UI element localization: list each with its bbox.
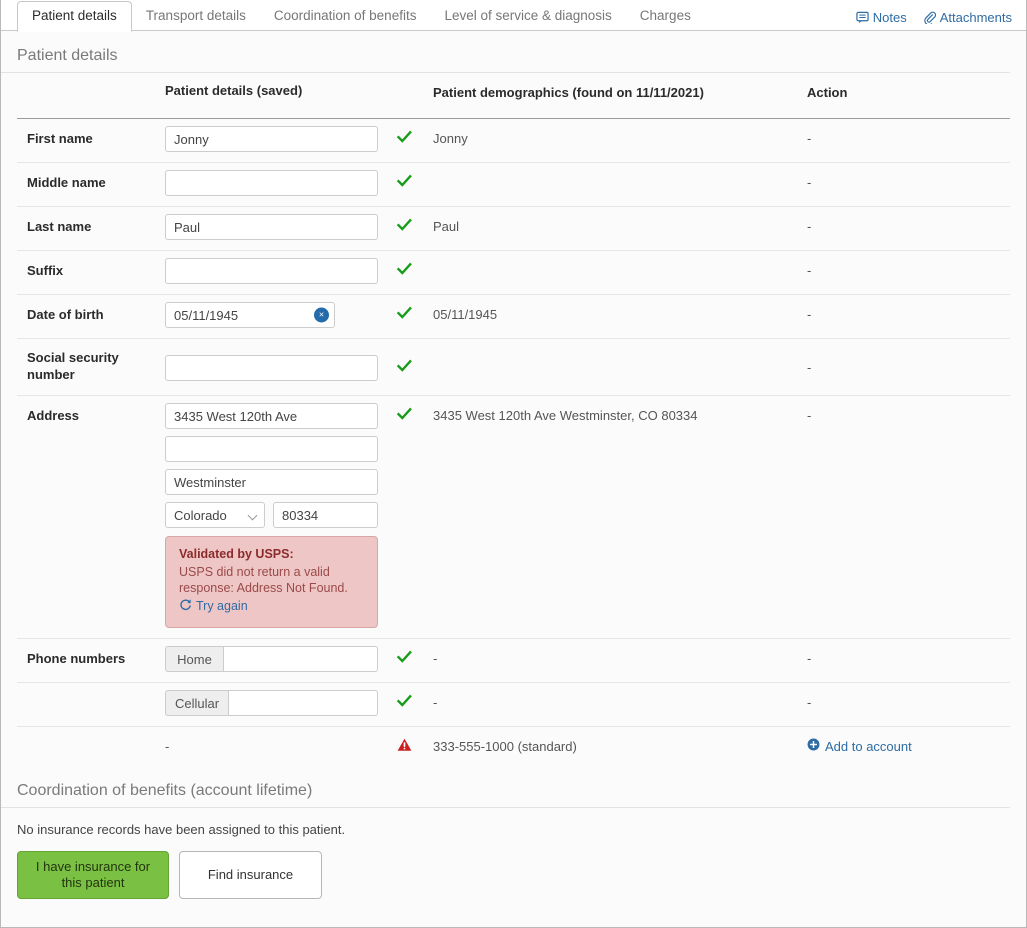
find-insurance-button[interactable]: Find insurance bbox=[179, 851, 322, 899]
clear-date-of-birth-button[interactable]: × bbox=[314, 307, 329, 323]
row-label-date-of-birth: Date of birth bbox=[27, 307, 104, 322]
row-label-address: Address bbox=[27, 408, 80, 423]
i-have-insurance-button[interactable]: I have insurance for this patient bbox=[17, 851, 169, 899]
table-row-first-name: First name Jonny - bbox=[17, 119, 1010, 163]
row-label-middle-name: Middle name bbox=[27, 175, 106, 190]
table-row-social-security-number: Social security number - bbox=[17, 339, 1010, 396]
action-phone-home: - bbox=[807, 651, 812, 666]
refresh-icon bbox=[179, 598, 192, 614]
last-name-input[interactable] bbox=[165, 214, 378, 240]
warning-icon bbox=[397, 738, 433, 752]
table-row-last-name: Last name Paul - bbox=[17, 207, 1010, 251]
column-header-saved: Patient details (saved) bbox=[165, 83, 303, 98]
tab-patient-details[interactable]: Patient details bbox=[17, 1, 132, 32]
date-of-birth-input[interactable] bbox=[165, 302, 335, 328]
demographics-first-name: Jonny bbox=[433, 131, 468, 146]
column-header-demographics: Patient demographics (found on 11/11/202… bbox=[433, 85, 704, 100]
add-to-account-button[interactable]: Add to account bbox=[807, 738, 912, 754]
tab-transport-details[interactable]: Transport details bbox=[132, 2, 260, 31]
phone-home-type-label: Home bbox=[165, 646, 223, 672]
address-line1-input[interactable] bbox=[165, 403, 378, 429]
row-label-last-name: Last name bbox=[27, 219, 92, 234]
table-row-phone-home: Phone numbers Home - - bbox=[17, 639, 1010, 683]
usps-validation-title: Validated by USPS: bbox=[179, 547, 294, 561]
table-row-suffix: Suffix - bbox=[17, 251, 1010, 295]
column-header-action: Action bbox=[807, 85, 848, 100]
insurance-button-row: I have insurance for this patient Find i… bbox=[1, 837, 1026, 899]
table-row-phone-cellular: Cellular - - bbox=[17, 683, 1010, 727]
demographics-date-of-birth: 05/11/1945 bbox=[433, 307, 498, 322]
page-body: Patient details Patient details (saved) … bbox=[1, 31, 1026, 927]
table-row-address: Address Colorado bbox=[17, 396, 1010, 639]
usps-validation-message: Validated by USPS: USPS did not return a… bbox=[165, 536, 378, 628]
paperclip-icon bbox=[923, 11, 936, 24]
demographics-phone-home: - bbox=[433, 651, 438, 666]
phone-cellular-type-label: Cellular bbox=[165, 690, 229, 716]
add-to-account-label: Add to account bbox=[825, 738, 912, 754]
action-middle-name: - bbox=[807, 175, 812, 190]
first-name-input[interactable] bbox=[165, 126, 378, 152]
check-icon bbox=[397, 218, 433, 232]
address-city-input[interactable] bbox=[165, 469, 378, 495]
attachments-label: Attachments bbox=[939, 10, 1012, 25]
address-line2-input[interactable] bbox=[165, 436, 378, 462]
check-icon bbox=[397, 130, 433, 144]
plus-circle-icon bbox=[807, 738, 820, 754]
table-row-middle-name: Middle name - bbox=[17, 163, 1010, 207]
action-first-name: - bbox=[807, 131, 812, 146]
social-security-number-input[interactable] bbox=[165, 355, 378, 381]
action-last-name: - bbox=[807, 219, 812, 234]
phone-cellular-input[interactable] bbox=[228, 690, 378, 716]
comment-icon bbox=[856, 11, 869, 24]
row-label-social-security-number: Social security number bbox=[27, 350, 119, 382]
check-icon bbox=[397, 694, 433, 708]
attachments-button[interactable]: Attachments bbox=[923, 10, 1012, 25]
action-social-security-number: - bbox=[807, 360, 812, 375]
action-address: - bbox=[807, 408, 812, 423]
address-zip-input[interactable] bbox=[273, 502, 378, 528]
tab-bar: Patient details Transport details Coordi… bbox=[1, 0, 1026, 32]
tab-charges[interactable]: Charges bbox=[626, 2, 705, 31]
coordination-of-benefits-heading: Coordination of benefits (account lifeti… bbox=[1, 766, 1010, 808]
check-icon bbox=[397, 650, 433, 664]
check-icon bbox=[397, 407, 433, 421]
notes-button[interactable]: Notes bbox=[856, 10, 907, 25]
patient-details-heading: Patient details bbox=[1, 31, 1010, 73]
table-row-date-of-birth: Date of birth × 05/11/1945 - bbox=[17, 295, 1010, 339]
check-icon bbox=[397, 262, 433, 276]
phone-home-input[interactable] bbox=[223, 646, 378, 672]
row-label-first-name: First name bbox=[27, 131, 93, 146]
address-state-select[interactable]: Colorado bbox=[165, 502, 265, 528]
demographics-phone-unmatched: 333-555-1000 (standard) bbox=[433, 739, 577, 754]
notes-label: Notes bbox=[872, 10, 907, 25]
grid-header-row: Patient details (saved) Patient demograp… bbox=[17, 73, 1010, 119]
usps-validation-text: USPS did not return a valid response: Ad… bbox=[179, 565, 348, 595]
action-suffix: - bbox=[807, 263, 812, 278]
row-label-phone-numbers: Phone numbers bbox=[27, 651, 126, 666]
demographics-address: 3435 West 120th Ave Westminster, CO 8033… bbox=[433, 408, 698, 423]
usps-try-again-button[interactable]: Try again bbox=[179, 598, 248, 614]
patient-details-window: Patient details Transport details Coordi… bbox=[0, 0, 1027, 928]
action-phone-cellular: - bbox=[807, 695, 812, 710]
tab-coordination-of-benefits[interactable]: Coordination of benefits bbox=[260, 2, 431, 31]
tab-level-of-service-diagnosis[interactable]: Level of service & diagnosis bbox=[430, 2, 625, 31]
middle-name-input[interactable] bbox=[165, 170, 378, 196]
suffix-input[interactable] bbox=[165, 258, 378, 284]
check-icon bbox=[397, 306, 433, 320]
row-label-suffix: Suffix bbox=[27, 263, 64, 278]
table-row-phone-unmatched: - 333-555-1000 (standard) Add to account bbox=[17, 727, 1010, 766]
usps-try-again-label: Try again bbox=[196, 599, 248, 613]
saved-phone-unmatched: - bbox=[165, 739, 170, 754]
check-icon bbox=[397, 174, 433, 188]
no-insurance-message: No insurance records have been assigned … bbox=[17, 822, 346, 837]
demographics-last-name: Paul bbox=[433, 219, 460, 234]
check-icon bbox=[397, 359, 433, 373]
patient-details-grid: Patient details (saved) Patient demograp… bbox=[1, 73, 1026, 766]
tab-bar-tools: Notes Attachments bbox=[856, 10, 1026, 31]
action-date-of-birth: - bbox=[807, 307, 812, 322]
demographics-phone-cellular: - bbox=[433, 695, 438, 710]
